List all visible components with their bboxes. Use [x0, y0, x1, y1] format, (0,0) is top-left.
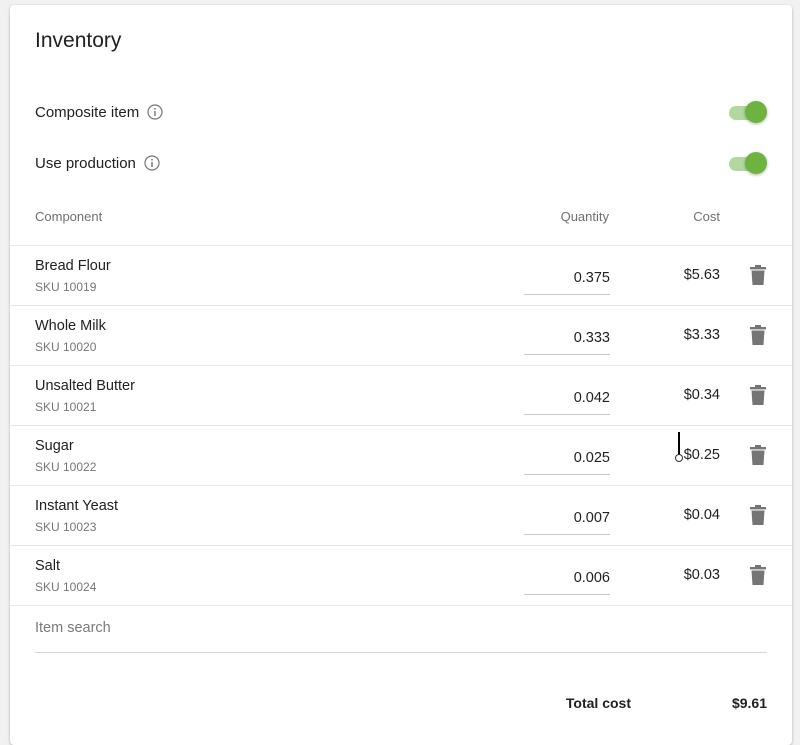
quantity-input[interactable] [524, 262, 610, 295]
column-header-component: Component [35, 209, 103, 224]
component-sku: SKU 10024 [35, 580, 97, 594]
table-row: Salt SKU 10024 $0.03 [10, 546, 792, 606]
toggle-knob [745, 101, 767, 123]
use-production-setting: Use production [35, 148, 767, 178]
component-cost: $5.63 [683, 267, 720, 283]
delete-icon[interactable] [746, 443, 770, 467]
quantity-input[interactable] [524, 502, 610, 535]
component-sku: SKU 10022 [35, 460, 97, 474]
use-production-label: Use production [35, 154, 136, 172]
quantity-input[interactable] [524, 442, 610, 475]
info-icon[interactable] [147, 104, 163, 120]
table-row: Bread Flour SKU 10019 $5.63 [10, 246, 792, 306]
component-name: Salt [35, 558, 60, 574]
cursor-hotspot-icon [675, 454, 683, 462]
delete-icon[interactable] [746, 383, 770, 407]
composite-item-toggle[interactable] [729, 100, 767, 124]
column-header-cost: Cost [693, 209, 720, 224]
component-cost: $0.03 [683, 567, 720, 583]
component-sku: SKU 10021 [35, 400, 97, 414]
component-name: Unsalted Butter [35, 378, 135, 394]
component-list: Bread Flour SKU 10019 $5.63 Whole Milk S… [10, 246, 792, 606]
info-icon[interactable] [144, 155, 160, 171]
component-sku: SKU 10023 [35, 520, 97, 534]
delete-icon[interactable] [746, 563, 770, 587]
item-search-input[interactable] [35, 608, 767, 648]
table-header: Component Quantity Cost [10, 203, 792, 246]
quantity-input[interactable] [524, 322, 610, 355]
component-cost: $3.33 [683, 327, 720, 343]
table-row: Whole Milk SKU 10020 $3.33 [10, 306, 792, 366]
item-search-field [35, 608, 767, 653]
component-cost: $0.04 [683, 507, 720, 523]
table-row: Instant Yeast SKU 10023 $0.04 [10, 486, 792, 546]
quantity-input[interactable] [524, 382, 610, 415]
delete-icon[interactable] [746, 263, 770, 287]
column-header-quantity: Quantity [560, 209, 609, 224]
composite-item-setting: Composite item [35, 97, 767, 127]
component-name: Instant Yeast [35, 498, 119, 514]
total-cost-label: Total cost [565, 695, 631, 711]
component-name: Whole Milk [35, 318, 106, 334]
use-production-toggle[interactable] [729, 151, 767, 175]
component-cost: $0.25 [683, 447, 720, 463]
component-sku: SKU 10019 [35, 280, 97, 294]
component-name: Bread Flour [35, 258, 111, 274]
table-row: Unsalted Butter SKU 10021 $0.34 [10, 366, 792, 426]
component-cost: $0.34 [683, 387, 720, 403]
composite-item-label: Composite item [35, 103, 140, 121]
delete-icon[interactable] [746, 503, 770, 527]
delete-icon[interactable] [746, 323, 770, 347]
component-name: Sugar [35, 438, 74, 454]
toggle-knob [745, 152, 767, 174]
total-cost-value: $9.61 [731, 695, 767, 711]
quantity-input[interactable] [524, 562, 610, 595]
component-sku: SKU 10020 [35, 340, 97, 354]
inventory-card: Inventory Composite item Use production [10, 5, 792, 745]
card-title: Inventory [35, 29, 122, 52]
